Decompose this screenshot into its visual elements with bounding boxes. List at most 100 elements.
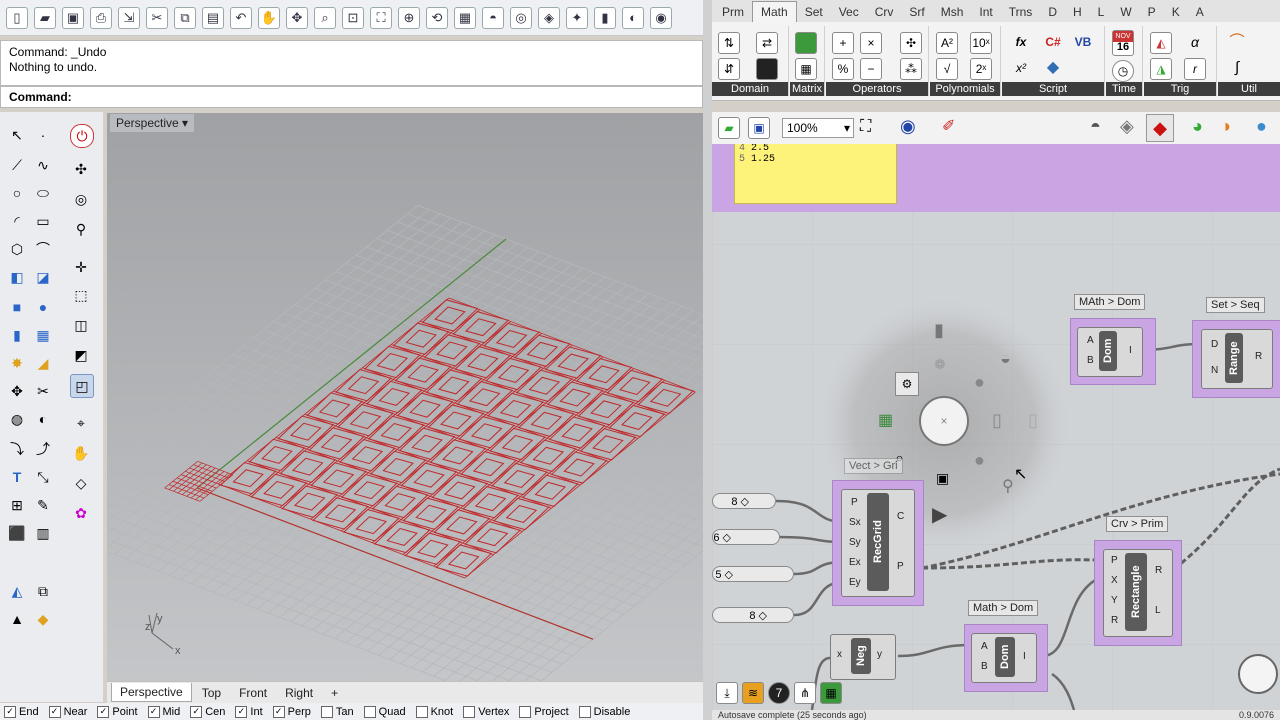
- osnap-point[interactable]: ✓ Point: [97, 705, 138, 718]
- window-splitter[interactable]: [703, 0, 712, 720]
- clock-icon[interactable]: ◷: [1112, 60, 1134, 82]
- zoom-extents-icon[interactable]: ⛶: [370, 6, 392, 29]
- radial-cube-ghost-icon[interactable]: ▯: [1028, 410, 1038, 431]
- radial-blob-icon[interactable]: ●: [974, 372, 985, 393]
- hatch-icon[interactable]: ▥: [32, 522, 54, 544]
- tab-a[interactable]: A: [1188, 2, 1212, 22]
- download-icon[interactable]: ⤓: [716, 682, 738, 704]
- pan-icon[interactable]: ✋: [258, 6, 280, 29]
- input-sx[interactable]: Sx: [849, 517, 861, 528]
- tab-w[interactable]: W: [1112, 2, 1139, 22]
- input-x[interactable]: x: [837, 649, 842, 660]
- polyline-icon[interactable]: ⟋: [6, 154, 28, 176]
- radial-cube-icon[interactable]: ▯: [992, 410, 1002, 431]
- radial-box-icon[interactable]: ▮: [934, 320, 944, 341]
- tab-l[interactable]: L: [1090, 2, 1113, 22]
- command-input[interactable]: Command:: [0, 86, 703, 108]
- checkbox[interactable]: ✓: [97, 705, 110, 718]
- gate-icon[interactable]: ✣: [900, 32, 922, 54]
- tab-front[interactable]: Front: [231, 684, 275, 702]
- radial-shape-icon[interactable]: ●: [974, 450, 985, 471]
- transform-icon[interactable]: ✥: [6, 380, 28, 402]
- tab-d[interactable]: D: [1040, 2, 1065, 22]
- spline-icon[interactable]: ∫: [1226, 58, 1248, 80]
- alpha-icon[interactable]: α: [1184, 32, 1206, 54]
- bounds-icon[interactable]: [756, 58, 778, 80]
- radial-menu-center[interactable]: ×: [919, 396, 969, 446]
- render-icon[interactable]: ◉: [650, 6, 672, 29]
- output-i[interactable]: I: [1023, 651, 1026, 662]
- solid-icon[interactable]: ⬛: [6, 522, 28, 544]
- number-slider[interactable]: 5 ◇: [712, 566, 794, 582]
- cone-icon[interactable]: ▲: [6, 608, 28, 630]
- tab-perspective[interactable]: Perspective: [111, 683, 192, 702]
- csharp-icon[interactable]: C#: [1042, 32, 1064, 54]
- tab-prm[interactable]: Prm: [714, 2, 752, 22]
- bell-curve-icon[interactable]: ⌒: [1226, 32, 1248, 54]
- output-i[interactable]: I: [1129, 345, 1132, 356]
- checkbox[interactable]: [320, 705, 333, 718]
- nodes-icon[interactable]: ⚲: [70, 218, 92, 240]
- sphere-preview-icon[interactable]: ●: [1256, 116, 1267, 137]
- camera-icon[interactable]: ⌖: [70, 412, 92, 434]
- evaluate-icon[interactable]: x²: [1010, 58, 1032, 80]
- tab-vec[interactable]: Vec: [831, 2, 867, 22]
- checkbox[interactable]: [578, 705, 591, 718]
- polygon-icon[interactable]: ⬡: [6, 238, 28, 260]
- cut-icon[interactable]: ✂: [146, 6, 168, 29]
- canvas-compass-icon[interactable]: [1238, 654, 1278, 694]
- cube-render-icon[interactable]: ◩: [70, 344, 92, 366]
- output-y[interactable]: y: [877, 649, 882, 660]
- point-icon[interactable]: ·: [32, 124, 54, 146]
- sketch-icon[interactable]: ✐: [942, 116, 955, 136]
- preview-shaded-icon[interactable]: ◈: [1120, 116, 1134, 137]
- osnap-cen[interactable]: ✓ Cen: [190, 705, 225, 718]
- input-ey[interactable]: Ey: [849, 577, 861, 588]
- propeller-icon[interactable]: ✣: [70, 158, 92, 180]
- component-dom-2[interactable]: Dom A B I: [964, 624, 1048, 692]
- input-r[interactable]: R: [1111, 615, 1118, 626]
- number-seven-icon[interactable]: 7: [768, 682, 790, 704]
- viewport-title-menu[interactable]: Perspective ▾: [110, 114, 195, 132]
- power-of-icon[interactable]: A²: [936, 32, 958, 54]
- preview-selected-icon[interactable]: ◆: [1146, 114, 1174, 142]
- checkbox[interactable]: ✓: [235, 705, 248, 718]
- osnap-quad[interactable]: Quad: [363, 705, 406, 718]
- scale-icon[interactable]: ⤡: [32, 466, 54, 488]
- logic-icon[interactable]: ⁂: [900, 58, 922, 80]
- matrix-grid-icon[interactable]: ▦: [795, 58, 817, 80]
- hand-icon[interactable]: ✋: [70, 442, 92, 464]
- plane-icon[interactable]: ◇: [70, 472, 92, 494]
- tab-set[interactable]: Set: [797, 2, 831, 22]
- number-slider[interactable]: 8 ◇: [712, 607, 794, 623]
- matrix-icon[interactable]: [795, 32, 817, 54]
- input-b[interactable]: B: [1087, 355, 1094, 366]
- new-icon[interactable]: ▯: [6, 6, 28, 29]
- osnap-disable[interactable]: Disable: [578, 705, 630, 718]
- input-x[interactable]: X: [1111, 575, 1118, 586]
- sphere-icon[interactable]: ●: [32, 296, 54, 318]
- extrude-icon[interactable]: ◪: [32, 266, 54, 288]
- print-icon[interactable]: ⎙: [90, 6, 112, 29]
- globe-icon[interactable]: ◎: [70, 188, 92, 210]
- subtraction-icon[interactable]: −: [860, 58, 882, 80]
- modulus-icon[interactable]: %: [832, 58, 854, 80]
- checkbox[interactable]: ✓: [4, 705, 16, 718]
- checkbox[interactable]: [415, 705, 428, 718]
- trig-triangle-icon[interactable]: ◮: [1150, 58, 1172, 80]
- radial-map-icon[interactable]: ▦: [878, 410, 893, 430]
- rotate-view-icon[interactable]: ⟲: [426, 6, 448, 29]
- radial-lock-icon[interactable]: ▣: [936, 470, 949, 487]
- add-viewport-tab[interactable]: +: [323, 684, 346, 702]
- paint-icon[interactable]: ◆: [32, 608, 54, 630]
- input-d[interactable]: D: [1211, 339, 1218, 350]
- zoom-selected-icon[interactable]: ⊕: [398, 6, 420, 29]
- radial-nodes-icon[interactable]: ❁: [934, 356, 946, 373]
- dropdown-arrow-icon[interactable]: ▾: [182, 116, 188, 130]
- python-icon[interactable]: ◆: [1042, 58, 1064, 80]
- input-b[interactable]: B: [981, 661, 988, 672]
- input-sy[interactable]: Sy: [849, 537, 861, 548]
- expression-icon[interactable]: fx: [1010, 32, 1032, 54]
- osnap-project[interactable]: Project: [519, 705, 569, 718]
- save-icon[interactable]: ▣: [62, 6, 84, 29]
